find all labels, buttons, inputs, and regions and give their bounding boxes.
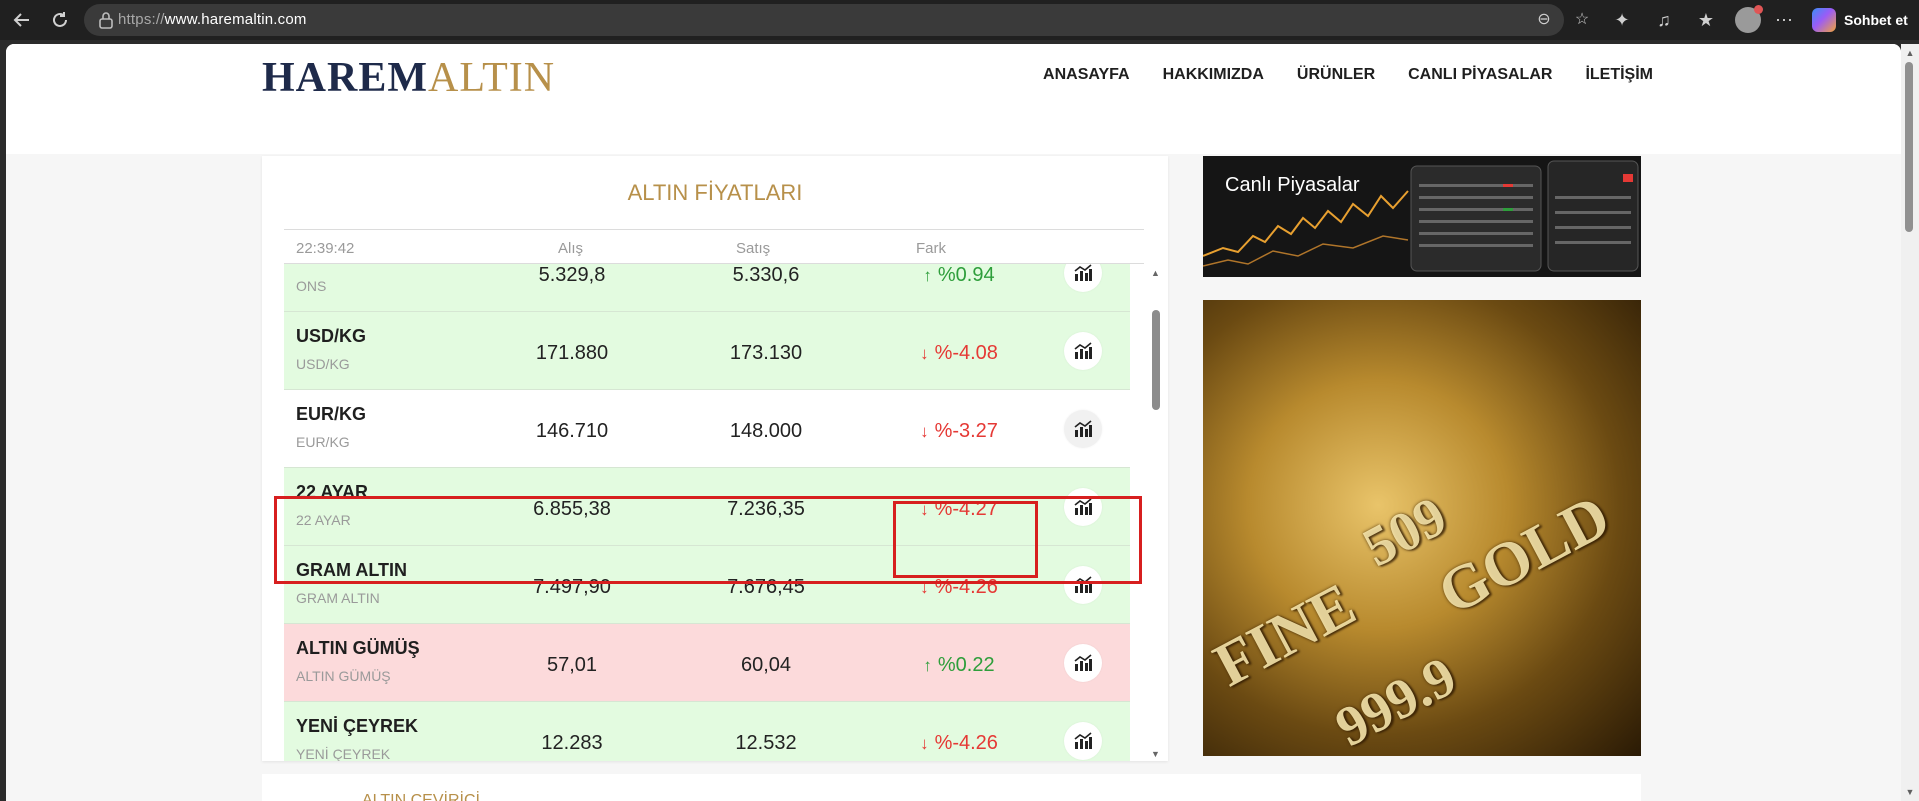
menu-canli-piyasalar[interactable]: CANLI PİYASALAR bbox=[1408, 66, 1552, 84]
arrow-up-icon: ↑ bbox=[923, 656, 932, 675]
converter-card: ALTIN ÇEVİRİCİ bbox=[262, 774, 1641, 801]
gold-prices-title: ALTIN FİYATLARI bbox=[627, 180, 803, 205]
browser-toolbar: https://www.haremaltin.com ⊖ ☆ ✦ ♫ ★ ⋯ S… bbox=[0, 0, 1919, 40]
main-menu: ANASAYFA HAKKIMIZDA ÜRÜNLER CANLI PİYASA… bbox=[1043, 66, 1653, 84]
lock-icon bbox=[98, 11, 116, 29]
table-row: USD/KG USD/KG 171.880 173.130 ↓ %-4.08 bbox=[284, 312, 1130, 390]
page-scrollbar[interactable]: ▲ ▼ bbox=[1901, 44, 1919, 801]
row-alis: 12.283 bbox=[541, 732, 603, 754]
row-satis: 60,04 bbox=[740, 654, 792, 676]
site-header: HAREMALTIN ANASAYFA HAKKIMIZDA ÜRÜNLER C… bbox=[6, 44, 1901, 154]
highlight-gram-altin-fark bbox=[893, 501, 1038, 578]
menu-iletisim[interactable]: İLETİŞİM bbox=[1585, 66, 1653, 84]
copilot-button[interactable]: Sohbet et bbox=[1812, 6, 1908, 34]
menu-urunler[interactable]: ÜRÜNLER bbox=[1297, 66, 1375, 84]
address-bar[interactable]: https://www.haremaltin.com ⊖ ☆ bbox=[84, 4, 1589, 36]
row-fark: ↑ %0.94 bbox=[923, 264, 995, 286]
col-fark: Fark bbox=[916, 240, 946, 257]
row-satis: 173.130 bbox=[729, 342, 803, 364]
reload-icon[interactable] bbox=[46, 6, 74, 34]
update-time: 22:39:42 bbox=[296, 240, 355, 257]
table-row: ALTIN GÜMÜŞ ALTIN GÜMÜŞ 57,01 60,04 ↑ %0.… bbox=[284, 624, 1130, 702]
gold-prices-card: ALTIN FİYATLARI 22:39:42 Alış Satış Fark… bbox=[262, 156, 1168, 761]
table-row: YENİ ÇEYREK YENİ ÇEYREK 12.283 12.532 ↓%… bbox=[284, 702, 1130, 761]
row-alis: 146.710 bbox=[535, 420, 609, 442]
row-fark: ↓ %-4.26 bbox=[920, 732, 998, 754]
row-name: EUR/KG bbox=[296, 404, 367, 424]
copilot-label: Sohbet et bbox=[1844, 12, 1908, 28]
canli-piyasalar-title: Canlı Piyasalar bbox=[1225, 174, 1360, 196]
table-scrollbar[interactable]: ▲ ▼ bbox=[1150, 264, 1162, 761]
arrow-down-icon: ↓ bbox=[920, 344, 929, 363]
web-page: HAREMALTIN ANASAYFA HAKKIMIZDA ÜRÜNLER C… bbox=[6, 44, 1901, 801]
chart-icon[interactable] bbox=[1064, 644, 1102, 682]
favorite-star-icon[interactable]: ☆ bbox=[1572, 10, 1592, 30]
col-satis: Satış bbox=[736, 240, 771, 257]
row-satis: 148.000 bbox=[729, 420, 803, 442]
row-fark: ↑ %0.22 bbox=[923, 654, 995, 676]
row-subname: ONS bbox=[296, 278, 327, 294]
page-scroll-thumb[interactable] bbox=[1905, 62, 1913, 232]
page-scroll-up-icon[interactable]: ▲ bbox=[1905, 48, 1915, 58]
converter-title: ALTIN ÇEVİRİCİ bbox=[362, 792, 480, 801]
row-name: USD/KG bbox=[296, 326, 367, 346]
arrow-down-icon: ↓ bbox=[920, 422, 929, 441]
row-alis: 57,01 bbox=[546, 654, 598, 676]
scroll-up-icon[interactable]: ▲ bbox=[1151, 268, 1160, 278]
arrow-down-icon: ↓ bbox=[920, 734, 929, 753]
scroll-down-icon[interactable]: ▼ bbox=[1151, 749, 1160, 759]
page-scroll-down-icon[interactable]: ▼ bbox=[1905, 787, 1915, 797]
row-name: ALTIN GÜMÜŞ bbox=[296, 638, 420, 658]
url-text: https://www.haremaltin.com bbox=[118, 11, 307, 28]
row-subname: YENİ ÇEYREK bbox=[296, 746, 391, 761]
favorites-icon[interactable]: ★ bbox=[1694, 8, 1718, 32]
row-alis: 171.880 bbox=[535, 342, 609, 364]
menu-hakkimizda[interactable]: HAKKIMIZDA bbox=[1163, 66, 1264, 84]
table-row: EUR/KG EUR/KG 146.710 148.000 ↓ %-3.27 bbox=[284, 390, 1130, 468]
menu-anasayfa[interactable]: ANASAYFA bbox=[1043, 66, 1130, 84]
reader-mode-icon[interactable]: ⊖ bbox=[1534, 10, 1554, 30]
gold-bar-image: FINE GOLD 999.9 509 bbox=[1203, 300, 1641, 756]
row-alis: 5.329,8 bbox=[538, 264, 606, 286]
table-row: ONS 5.329,8 5.330,6 ↑ %0.94 bbox=[284, 264, 1130, 312]
col-alis: Alış bbox=[558, 240, 584, 257]
site-logo[interactable]: HAREMALTIN bbox=[262, 54, 555, 102]
arrow-up-icon: ↑ bbox=[923, 266, 932, 285]
copilot-icon bbox=[1812, 8, 1836, 32]
row-subname: EUR/KG bbox=[296, 434, 350, 450]
row-subname: GRAM ALTIN bbox=[296, 590, 380, 606]
row-fark: ↓ %-3.27 bbox=[920, 420, 998, 442]
table-scroll-thumb[interactable] bbox=[1152, 310, 1160, 410]
row-satis: 5.330,6 bbox=[732, 264, 800, 286]
canli-piyasalar-banner[interactable]: Canlı Piyasalar bbox=[1203, 156, 1641, 277]
table-header: 22:39:42 Alış Satış Fark bbox=[284, 229, 1144, 264]
more-menu-icon[interactable]: ⋯ bbox=[1772, 8, 1796, 32]
extensions-icon[interactable]: ✦ bbox=[1610, 8, 1634, 32]
chart-icon[interactable] bbox=[1064, 332, 1102, 370]
media-icon[interactable]: ♫ bbox=[1652, 8, 1676, 32]
profile-avatar[interactable] bbox=[1735, 5, 1763, 33]
row-satis: 12.532 bbox=[735, 732, 797, 754]
chart-icon[interactable] bbox=[1064, 722, 1102, 760]
chart-icon[interactable] bbox=[1064, 410, 1102, 448]
row-subname: ALTIN GÜMÜŞ bbox=[296, 668, 391, 684]
row-fark: ↓ %-4.08 bbox=[920, 342, 998, 364]
row-name: YENİ ÇEYREK bbox=[296, 716, 419, 736]
back-icon[interactable] bbox=[8, 6, 36, 34]
chart-icon[interactable] bbox=[1064, 264, 1102, 292]
row-subname: USD/KG bbox=[296, 356, 350, 372]
